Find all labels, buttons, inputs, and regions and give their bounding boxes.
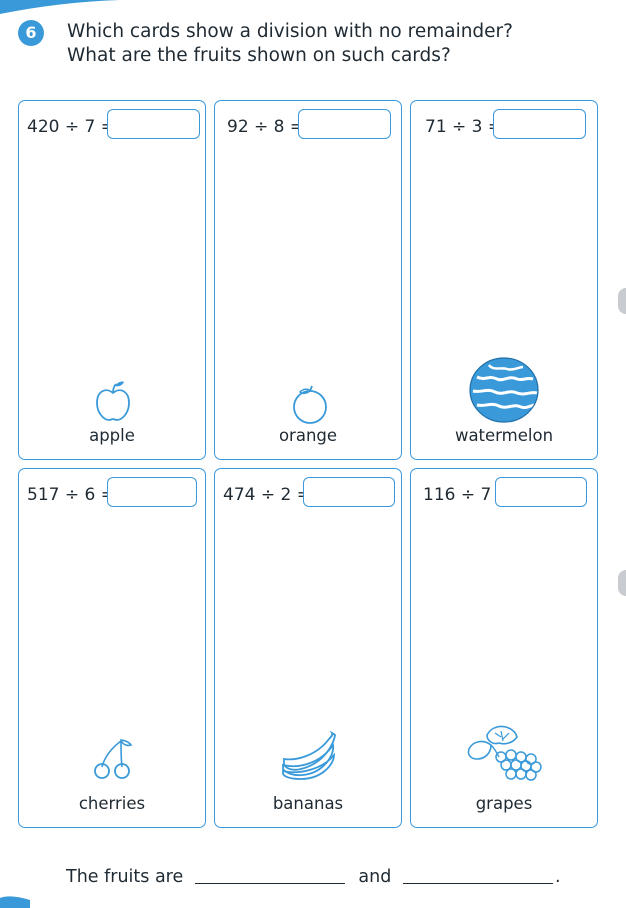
page-corner-decoration (0, 0, 120, 14)
fruit-label: orange (278, 426, 338, 445)
fruit-label: bananas (272, 794, 344, 813)
division-card: 474 ÷ 2 = bananas (214, 468, 402, 828)
bananas-icon (282, 731, 336, 780)
answer-sentence-middle: and (358, 867, 392, 887)
fruit-label: watermelon (454, 426, 554, 445)
answer-input-box[interactable] (495, 477, 587, 507)
apple-icon (96, 381, 130, 421)
question-number-badge: 6 (18, 20, 44, 46)
answer-input-box[interactable] (107, 477, 197, 507)
page-edge-tab (618, 288, 626, 314)
fruit-answer-blank-1[interactable] (194, 883, 345, 884)
division-equation: 71 ÷ 3 = (425, 117, 503, 137)
division-card: 92 ÷ 8 = orange (214, 100, 402, 460)
page-corner-decoration-bottom (0, 896, 30, 908)
division-equation: 517 ÷ 6 = (27, 485, 115, 505)
cherries-icon (94, 739, 133, 779)
watermelon-icon (469, 357, 539, 423)
division-card: 517 ÷ 6 = cherries (18, 468, 206, 828)
question-line-1: Which cards show a division with no rema… (67, 21, 513, 42)
question-text: Which cards show a division with no rema… (67, 20, 513, 68)
division-card: 71 ÷ 3 = watermelon (410, 100, 598, 460)
fruit-label: cherries (78, 794, 146, 813)
division-card: 420 ÷ 7 = apple (18, 100, 206, 460)
page-edge-tab (618, 570, 626, 596)
grapes-icon (467, 725, 542, 781)
division-equation: 420 ÷ 7 = (27, 117, 115, 137)
answer-input-box[interactable] (298, 109, 391, 139)
answer-input-box[interactable] (107, 109, 200, 139)
fruit-answer-blank-2[interactable] (402, 883, 553, 884)
division-card: 116 ÷ 7 = grapes (410, 468, 598, 828)
fruit-label: grapes (475, 794, 533, 813)
orange-icon (293, 385, 327, 424)
answer-sentence-prefix: The fruits are (66, 867, 184, 887)
division-equation: 474 ÷ 2 = (223, 485, 311, 505)
answer-input-box[interactable] (303, 477, 395, 507)
answer-sentence: The fruits are and . (66, 867, 561, 887)
answer-input-box[interactable] (493, 109, 586, 139)
fruit-label: apple (89, 426, 135, 445)
division-equation: 92 ÷ 8 = (227, 117, 305, 137)
question-line-2: What are the fruits shown on such cards? (67, 45, 451, 66)
answer-sentence-suffix: . (554, 867, 561, 887)
